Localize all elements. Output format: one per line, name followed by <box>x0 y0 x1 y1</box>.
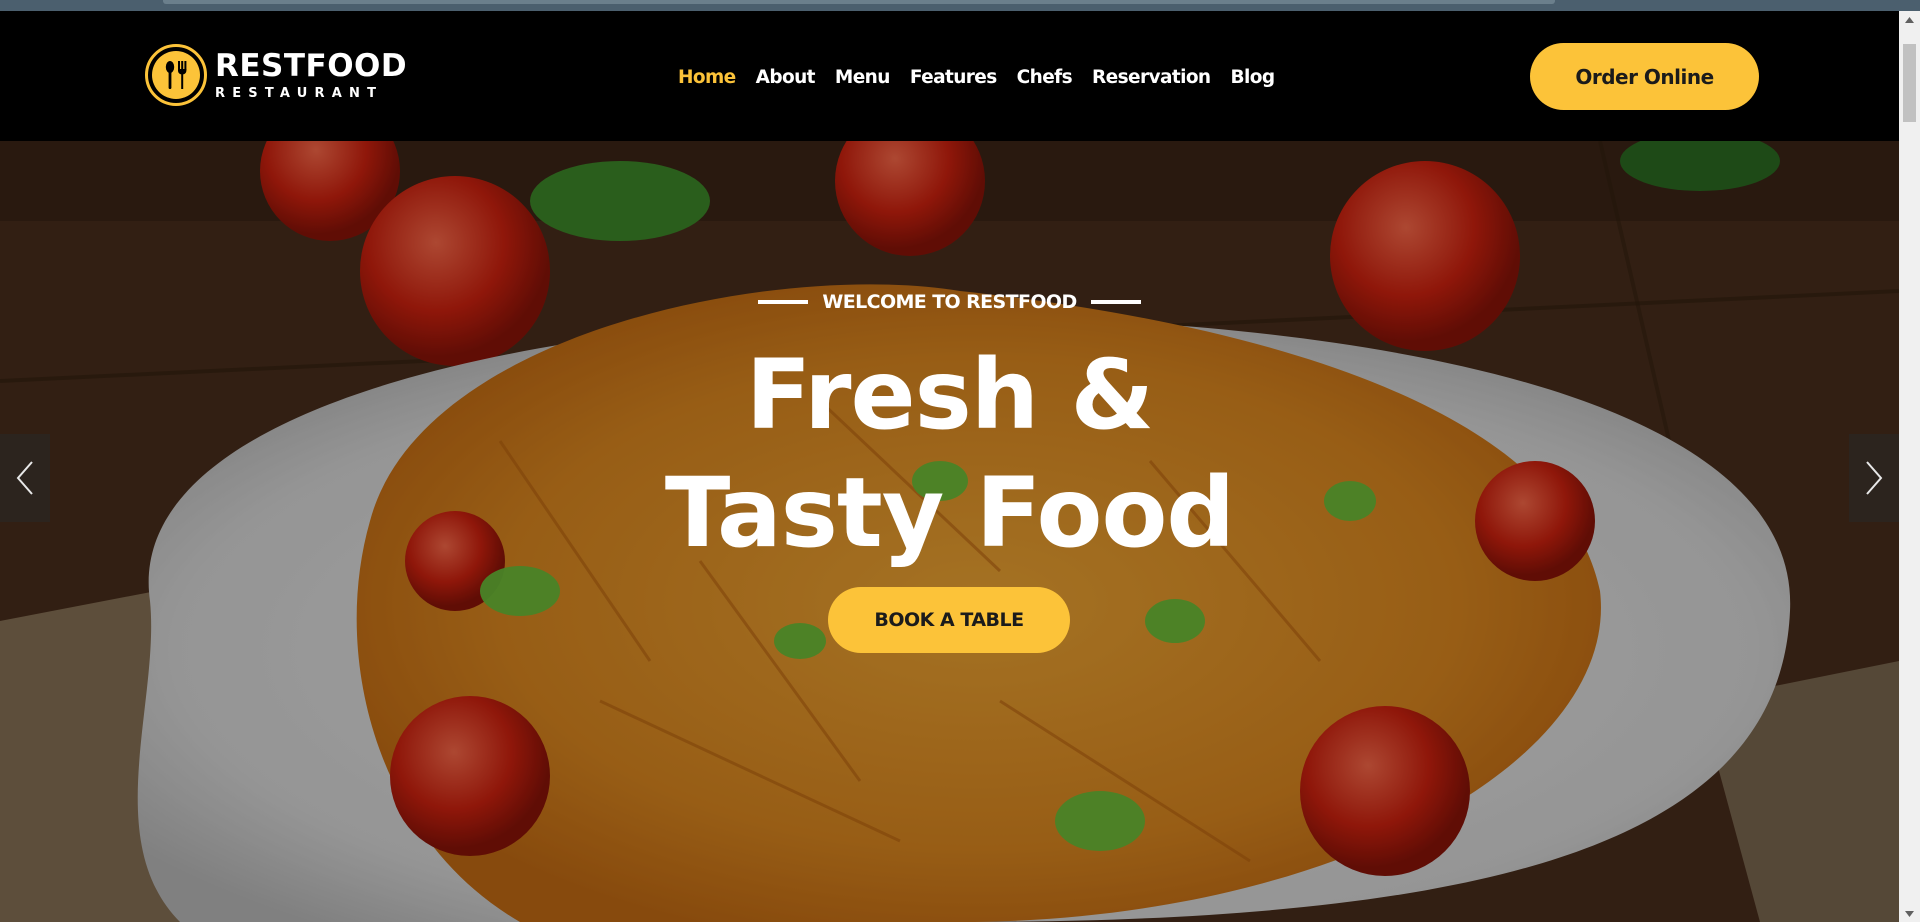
nav-item-menu[interactable]: Menu <box>825 61 900 96</box>
browser-top-strip <box>0 0 1920 11</box>
logo[interactable]: RESTFOOD RESTAURANT <box>145 43 407 107</box>
page-scrollbar[interactable] <box>1899 11 1920 922</box>
logo-subtitle: RESTAURANT <box>215 85 384 101</box>
slider-prev-button[interactable] <box>0 434 50 522</box>
chevron-right-icon <box>1866 461 1883 495</box>
nav-item-chefs[interactable]: Chefs <box>1007 61 1082 96</box>
hero-title-line-1: Fresh & <box>745 339 1155 451</box>
nav-item-blog[interactable]: Blog <box>1221 61 1285 96</box>
hero-slider: WELCOME TO RESTFOOD Fresh & Tasty Food B… <box>0 141 1899 922</box>
scroll-down-arrow-icon[interactable] <box>1899 905 1920 922</box>
eyebrow-rule-left <box>758 300 809 304</box>
spoon-fork-icon <box>145 44 207 106</box>
hero-title-line-2: Tasty Food <box>664 457 1235 569</box>
main-nav: Home About Menu Features Chefs Reservati… <box>668 61 1285 96</box>
scrollbar-thumb[interactable] <box>1903 44 1916 122</box>
logo-name: RESTFOOD <box>215 47 408 84</box>
book-a-table-button[interactable]: BOOK A TABLE <box>828 587 1070 653</box>
site-header: RESTFOOD RESTAURANT Home About Menu Feat… <box>0 11 1899 141</box>
eyebrow-text: WELCOME TO RESTFOOD <box>822 291 1077 313</box>
page-viewport: RESTFOOD RESTAURANT Home About Menu Feat… <box>0 11 1899 922</box>
hero-eyebrow: WELCOME TO RESTFOOD <box>0 291 1899 313</box>
eyebrow-rule-right <box>1090 300 1141 304</box>
chevron-left-icon <box>16 461 33 495</box>
nav-item-features[interactable]: Features <box>900 61 1007 96</box>
nav-item-about[interactable]: About <box>746 61 825 96</box>
hero-title: Fresh & Tasty Food <box>0 336 1899 572</box>
order-online-button[interactable]: Order Online <box>1530 43 1759 110</box>
hero-content: WELCOME TO RESTFOOD Fresh & Tasty Food B… <box>0 141 1899 922</box>
scroll-up-arrow-icon[interactable] <box>1899 11 1920 28</box>
nav-item-reservation[interactable]: Reservation <box>1082 61 1220 96</box>
slider-next-button[interactable] <box>1849 434 1899 522</box>
nav-item-home[interactable]: Home <box>668 61 746 96</box>
